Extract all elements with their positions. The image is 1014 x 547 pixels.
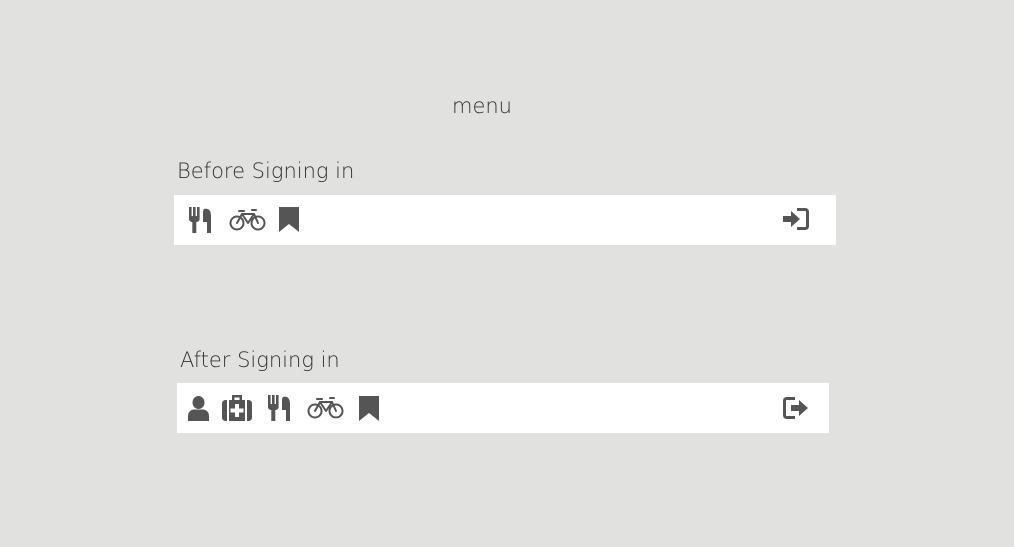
restaurant-icon[interactable] — [188, 207, 212, 233]
bicycle-icon[interactable] — [229, 209, 266, 231]
page-title: menu — [452, 94, 512, 118]
medkit-icon[interactable] — [222, 395, 252, 421]
user-icon[interactable] — [188, 396, 209, 421]
bookmark-icon[interactable] — [278, 207, 300, 232]
bookmark-icon[interactable] — [358, 396, 380, 421]
before-signin-label: Before Signing in — [177, 159, 355, 183]
sign-in-icon[interactable] — [783, 208, 809, 230]
bicycle-icon[interactable] — [307, 397, 344, 419]
menu-bar-after-signin — [177, 383, 829, 433]
restaurant-icon[interactable] — [267, 395, 291, 421]
menu-bar-before-signin — [174, 195, 836, 245]
after-signin-label: After Signing in — [180, 348, 340, 372]
sign-out-icon[interactable] — [783, 397, 809, 419]
